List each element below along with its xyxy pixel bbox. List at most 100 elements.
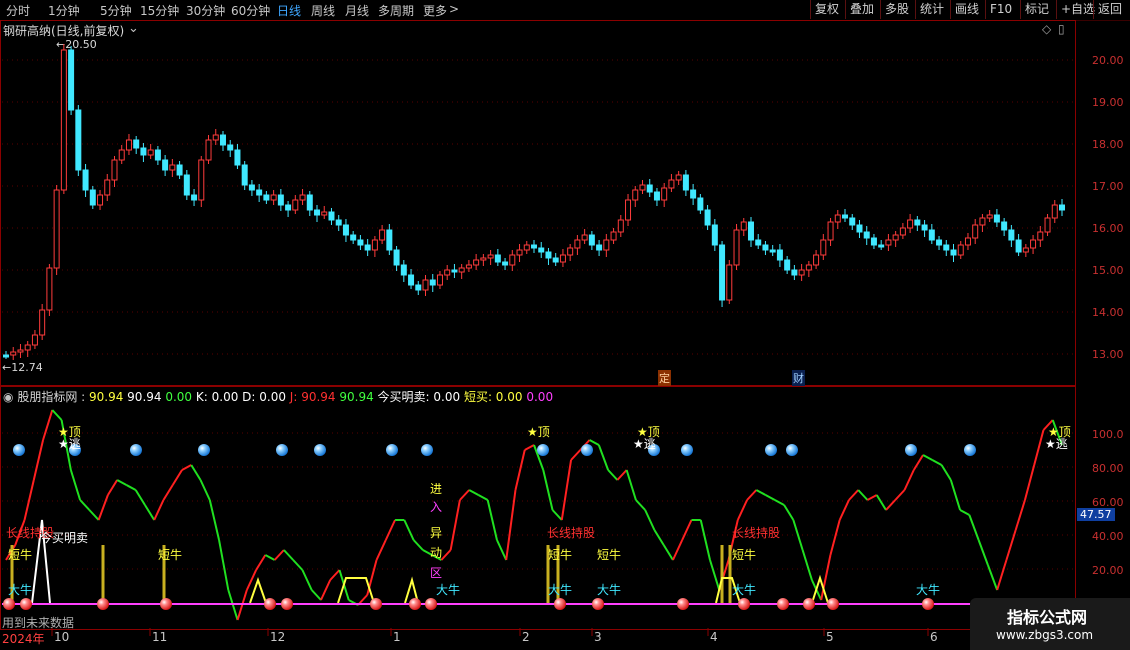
x-label-feb: 2: [522, 630, 530, 644]
candle-body: [805, 264, 812, 271]
x-label-jan: 1: [393, 630, 401, 644]
sell-signal-ball: [581, 444, 593, 456]
candle-body: [299, 194, 306, 201]
sell-signal-ball: [13, 444, 25, 456]
kdj-line-segment: [264, 554, 276, 561]
candle-body: [1008, 229, 1015, 241]
kdj-line-segment: [329, 569, 341, 581]
candle-body: [661, 187, 668, 201]
candle-body: [335, 219, 342, 226]
candle-body: [219, 134, 226, 146]
kdj-line-segment: [699, 519, 711, 561]
signal-escape: ★逃: [633, 437, 656, 451]
sell-signal-ball: [681, 444, 693, 456]
signal-buy-today-sell-tomorrow: 今买明卖: [40, 531, 89, 545]
candle-body: [516, 249, 523, 256]
kdj-line-segment: [616, 469, 628, 481]
candle-body: [248, 184, 255, 191]
sell-signal-ball: [386, 444, 398, 456]
kdj-line-segment: [792, 519, 804, 551]
buy-signal-ball: [3, 598, 15, 610]
candle-body: [798, 269, 805, 276]
candle-body: [928, 229, 935, 241]
kdj-line-segment: [32, 439, 45, 481]
candle-body: [581, 234, 588, 241]
candle-body: [60, 49, 67, 191]
kdj-line-segment: [366, 559, 378, 596]
buy-signal-ball: [677, 598, 689, 610]
x-label-nov: 11: [152, 630, 168, 644]
kdj-line-segment: [570, 449, 582, 461]
kdj-line-segment: [23, 479, 35, 521]
candle-body: [306, 194, 313, 211]
candle-body: [487, 254, 494, 259]
indicator-value: D: 0.00: [242, 390, 290, 404]
kdj-line-segment: [940, 464, 952, 481]
candle-body: [147, 149, 154, 156]
candle-body: [559, 254, 566, 263]
candle-body: [400, 264, 407, 276]
candle-body: [82, 169, 89, 191]
x-label-apr: 4: [710, 630, 718, 644]
signal-enter-2: 入: [430, 500, 443, 514]
candle-body: [726, 264, 733, 301]
sell-signal-ball: [765, 444, 777, 456]
kdj-line-segment: [97, 494, 109, 521]
sell-signal-ball: [964, 444, 976, 456]
settings-icon[interactable]: ◉: [3, 390, 13, 404]
candle-body: [610, 231, 617, 241]
candle-body: [646, 184, 653, 193]
kdj-line-segment: [486, 499, 498, 541]
buy-signal-ball: [97, 598, 109, 610]
candle-body: [964, 237, 971, 246]
kdj-line-segment: [662, 544, 674, 561]
candle-body: [292, 199, 299, 211]
candle-body: [31, 334, 38, 346]
x-label-mar: 3: [594, 630, 602, 644]
candle-body: [212, 134, 219, 141]
kdj-line-segment: [255, 554, 267, 571]
kdj-line-segment: [181, 464, 192, 471]
candle-body: [314, 209, 321, 216]
candle-body: [285, 204, 292, 211]
kdj-line-segment: [283, 549, 294, 561]
candle-body: [53, 189, 60, 269]
candle-body: [68, 49, 75, 111]
kdj-line-segment: [273, 549, 285, 561]
kdj-line-segment: [996, 559, 1008, 591]
candle-body: [820, 239, 827, 256]
watermark-title: 指标公式网: [1007, 608, 1088, 627]
candle-body: [458, 267, 465, 273]
candle-body: [892, 234, 899, 241]
candle-body: [133, 139, 140, 149]
candle-body: [552, 257, 559, 263]
buy-signal-ball: [738, 598, 750, 610]
candle-body: [878, 244, 885, 248]
buy-signal-ball: [425, 598, 437, 610]
kdj-line-segment: [199, 479, 211, 501]
candle-body: [972, 224, 979, 239]
candle-body: [234, 149, 241, 166]
kdj-line-segment: [653, 529, 665, 546]
candle-body: [943, 244, 950, 251]
candle-body: [899, 227, 906, 236]
signal-big-bull: 大牛: [597, 583, 622, 597]
candle-body: [719, 244, 726, 301]
sell-signal-ball: [130, 444, 142, 456]
candle-body: [936, 239, 943, 246]
candle-body: [328, 211, 335, 221]
kdj-line-segment: [635, 499, 646, 511]
candle-body: [993, 214, 1000, 223]
buy-signal-ball: [160, 598, 172, 610]
signal-big-bull: 大牛: [732, 583, 757, 597]
candle-body: [1015, 239, 1022, 253]
candle-body: [986, 214, 993, 219]
candle-body: [675, 174, 682, 181]
candle-body: [140, 147, 147, 156]
candle-body: [436, 274, 443, 286]
candle-body: [863, 231, 870, 239]
signal-big-bull: 大牛: [548, 583, 573, 597]
candle-body: [162, 159, 169, 171]
candle-body: [154, 149, 161, 161]
candle-body: [682, 174, 689, 191]
